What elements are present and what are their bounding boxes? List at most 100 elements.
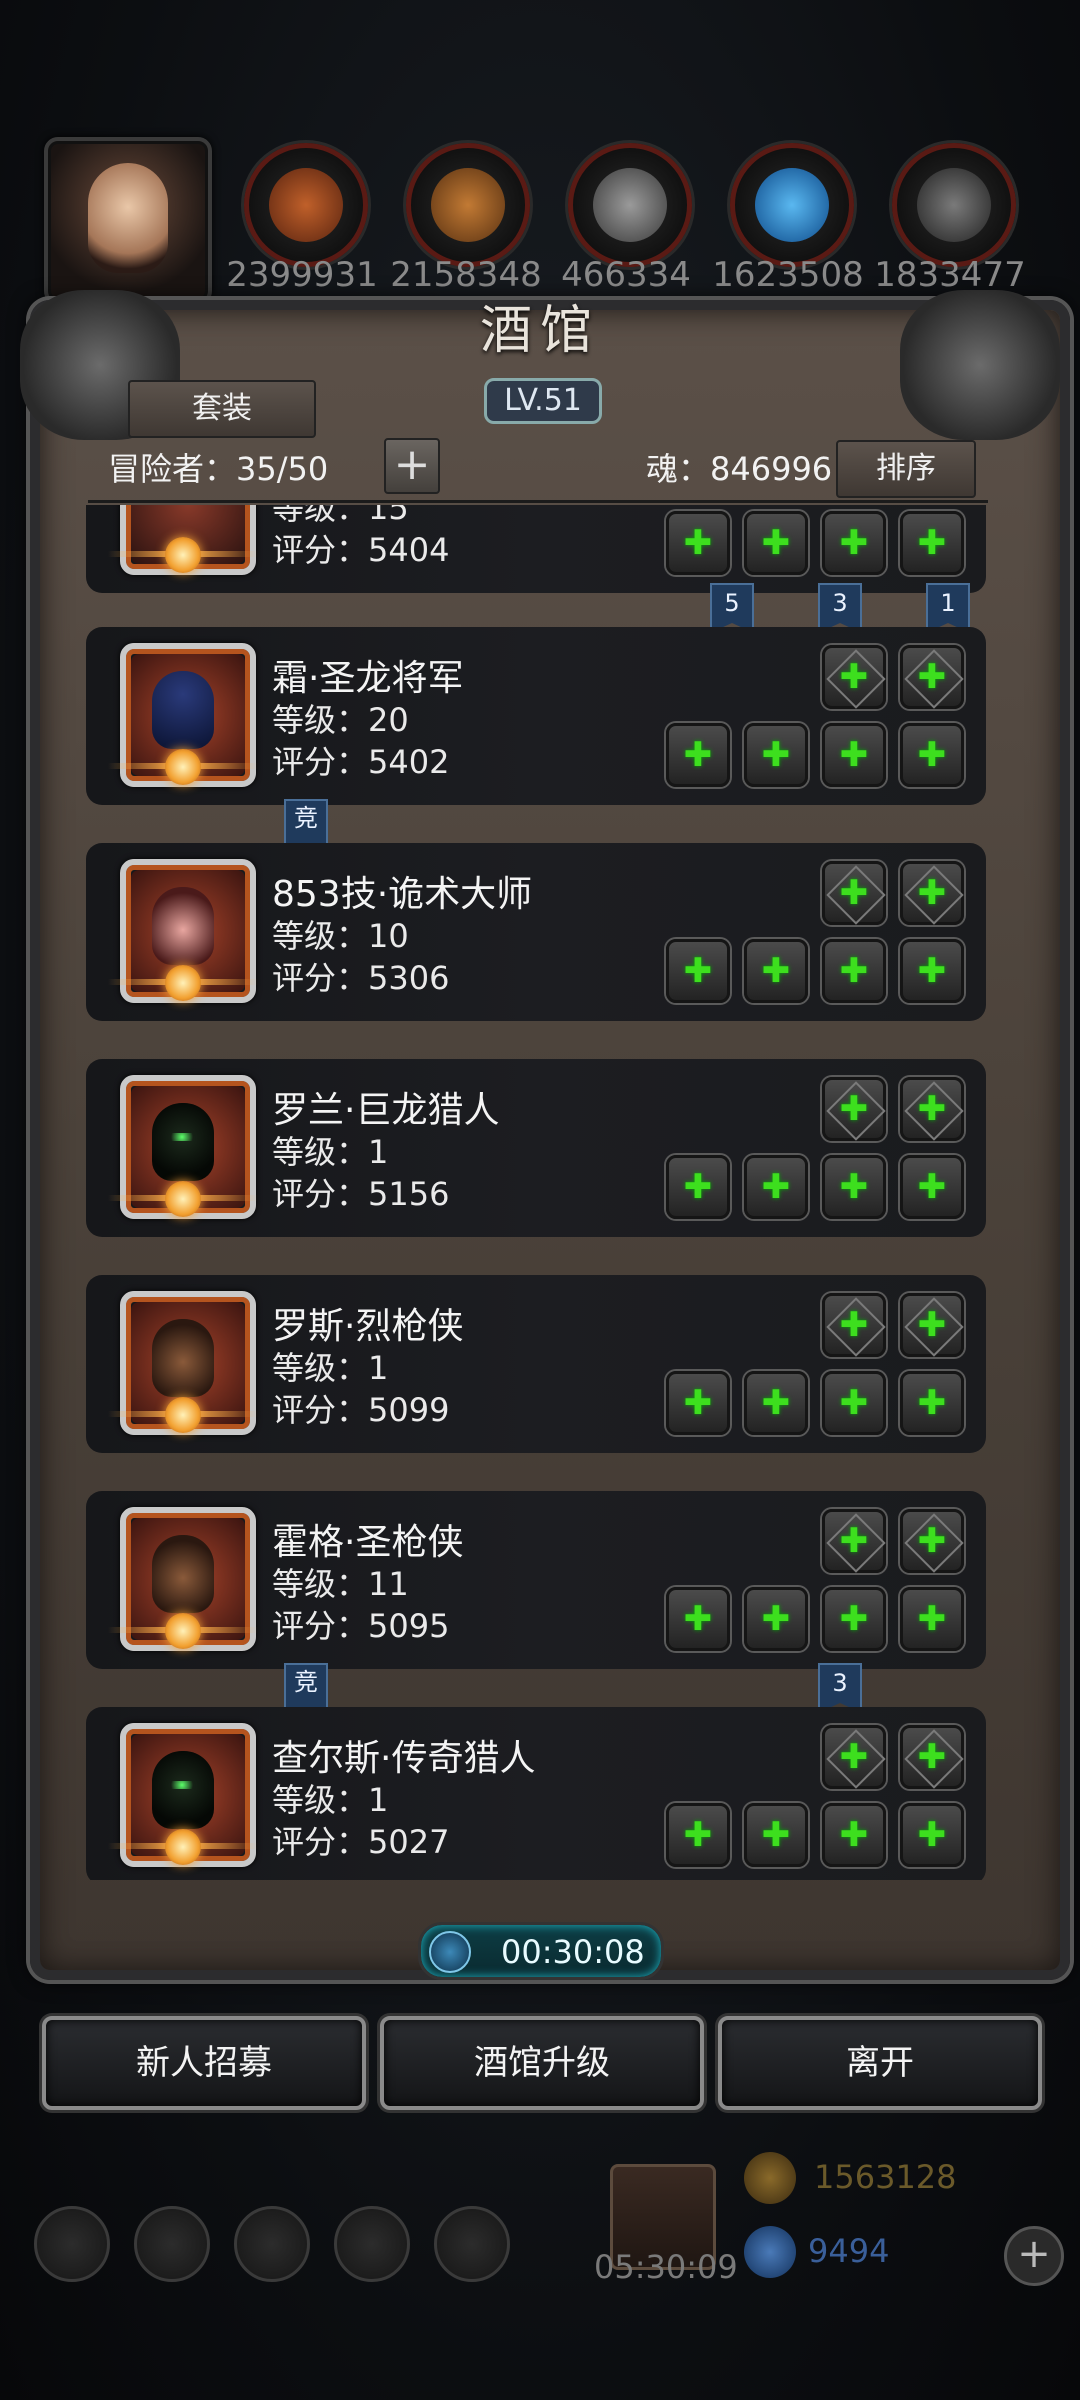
armor-slot[interactable] bbox=[744, 1587, 808, 1651]
castle-icon[interactable] bbox=[234, 2206, 310, 2282]
rank-emblem-icon bbox=[108, 537, 258, 573]
hero-card[interactable]: 霍格·圣枪侠 等级：11 评分：5095 bbox=[86, 1491, 986, 1669]
dragon-ornament-right bbox=[900, 290, 1060, 440]
gem-icon bbox=[744, 2226, 796, 2278]
gift-timer: 05:30:09 bbox=[594, 2248, 738, 2286]
gem-slot[interactable] bbox=[900, 645, 964, 709]
gem-slot[interactable] bbox=[900, 1509, 964, 1573]
hero-level: 等级：1 bbox=[272, 1781, 389, 1819]
player-avatar[interactable] bbox=[44, 137, 212, 305]
accessory-slot[interactable] bbox=[900, 1155, 964, 1219]
accessory-slot[interactable] bbox=[900, 511, 964, 575]
gem-slot[interactable] bbox=[822, 861, 886, 925]
gem-slot[interactable] bbox=[900, 861, 964, 925]
accessory-slot[interactable] bbox=[822, 1803, 886, 1867]
competition-badge: 竞 bbox=[284, 1663, 328, 1713]
add-currency-button[interactable]: + bbox=[1004, 2226, 1064, 2286]
hero-card[interactable]: 罗兰·巨龙猎人 等级：1 评分：5156 bbox=[86, 1059, 986, 1237]
accessory-slot[interactable] bbox=[822, 511, 886, 575]
weapon-slot[interactable] bbox=[666, 511, 730, 575]
hero-icon[interactable] bbox=[134, 2206, 210, 2282]
hero-name: 853技·诡术大师 bbox=[272, 874, 533, 915]
armor-slot[interactable] bbox=[744, 511, 808, 575]
hero-level: 等级：1 bbox=[272, 1349, 389, 1387]
accessory-slot[interactable] bbox=[822, 1587, 886, 1651]
armor-slot[interactable] bbox=[744, 1803, 808, 1867]
gem-slot[interactable] bbox=[822, 1725, 886, 1789]
hero-name: 罗斯·烈枪侠 bbox=[272, 1306, 464, 1347]
skill-flag: 1 bbox=[926, 583, 970, 633]
hero-name: 罗兰·巨龙猎人 bbox=[272, 1090, 500, 1131]
weapon-slot[interactable] bbox=[666, 1155, 730, 1219]
iron-icon bbox=[892, 143, 1016, 267]
hero-card[interactable]: 罗斯·烈枪侠 等级：1 评分：5099 bbox=[86, 1275, 986, 1453]
crystal-icon bbox=[730, 143, 854, 267]
hero-score: 评分：5099 bbox=[272, 1391, 450, 1429]
tavern-level-badge: LV.51 bbox=[484, 378, 602, 424]
gem-slot[interactable] bbox=[900, 1725, 964, 1789]
gem-slot[interactable] bbox=[822, 1509, 886, 1573]
divider bbox=[88, 500, 988, 503]
settings-icon[interactable] bbox=[34, 2206, 110, 2282]
accessory-slot[interactable] bbox=[900, 939, 964, 1003]
accessory-slot[interactable] bbox=[900, 1587, 964, 1651]
accessory-slot[interactable] bbox=[822, 939, 886, 1003]
hero-card[interactable]: 霜·圣龙将军 等级：20 评分：5402 bbox=[86, 627, 986, 805]
accessory-slot[interactable] bbox=[900, 1803, 964, 1867]
hero-level: 等级：10 bbox=[272, 917, 409, 955]
set-button[interactable]: 套装 bbox=[128, 380, 316, 438]
hero-name: 霍格·圣枪侠 bbox=[272, 1522, 464, 1563]
leave-button[interactable]: 离开 bbox=[718, 2016, 1042, 2110]
mail-icon[interactable] bbox=[334, 2206, 410, 2282]
accessory-slot[interactable] bbox=[900, 723, 964, 787]
stone-icon bbox=[568, 143, 692, 267]
refresh-timer: 00:30:08 bbox=[418, 1922, 664, 1980]
hero-score: 评分：5402 bbox=[272, 743, 450, 781]
resource-value-crystal: 1623508 bbox=[712, 255, 864, 295]
hero-name: 霜·圣龙将军 bbox=[272, 658, 464, 699]
weapon-slot[interactable] bbox=[666, 939, 730, 1003]
armor-slot[interactable] bbox=[744, 939, 808, 1003]
gem-slot[interactable] bbox=[822, 1077, 886, 1141]
gem-slot[interactable] bbox=[900, 1077, 964, 1141]
resource-value-meat: 2399931 bbox=[226, 255, 378, 295]
rank-emblem-icon bbox=[108, 1613, 258, 1649]
resource-value-iron: 1833477 bbox=[874, 255, 1026, 295]
gem-slot[interactable] bbox=[900, 1293, 964, 1357]
hero-list[interactable]: 等级：15 评分：5404 5 3 1 霜·圣龙将军 等级：20 评分：5402… bbox=[86, 505, 986, 1880]
skill-flag: 3 bbox=[818, 1663, 862, 1713]
resource-bar: 2399931 2158348 466334 1623508 1833477 bbox=[0, 135, 1080, 305]
gold-coin-icon bbox=[744, 2152, 796, 2204]
accessory-slot[interactable] bbox=[822, 723, 886, 787]
hero-level: 等级：11 bbox=[272, 1565, 409, 1603]
hero-score: 评分：5306 bbox=[272, 959, 450, 997]
sort-button[interactable]: 排序 bbox=[836, 440, 976, 498]
accessory-slot[interactable] bbox=[900, 1371, 964, 1435]
recruit-button[interactable]: 新人招募 bbox=[42, 2016, 366, 2110]
shop-icon[interactable] bbox=[434, 2206, 510, 2282]
armor-slot[interactable] bbox=[744, 1155, 808, 1219]
gem-slot[interactable] bbox=[822, 1293, 886, 1357]
gold-amount: 1563128 bbox=[814, 2158, 957, 2196]
armor-slot[interactable] bbox=[744, 1371, 808, 1435]
wood-icon bbox=[406, 143, 530, 267]
hero-card[interactable]: 853技·诡术大师 等级：10 评分：5306 bbox=[86, 843, 986, 1021]
weapon-slot[interactable] bbox=[666, 1803, 730, 1867]
hero-name: 查尔斯·传奇猎人 bbox=[272, 1738, 536, 1779]
soul-count: 魂：846996 bbox=[646, 450, 833, 488]
add-slot-button[interactable]: + bbox=[384, 438, 440, 494]
weapon-slot[interactable] bbox=[666, 1371, 730, 1435]
timer-text: 00:30:08 bbox=[501, 1933, 645, 1971]
accessory-slot[interactable] bbox=[822, 1155, 886, 1219]
armor-slot[interactable] bbox=[744, 723, 808, 787]
tavern-upgrade-button[interactable]: 酒馆升级 bbox=[380, 2016, 704, 2110]
hero-card[interactable]: 等级：15 评分：5404 bbox=[86, 505, 986, 593]
skill-flag: 5 bbox=[710, 583, 754, 633]
hero-card[interactable]: 查尔斯·传奇猎人 等级：1 评分：5027 bbox=[86, 1707, 986, 1880]
gem-slot[interactable] bbox=[822, 645, 886, 709]
rank-emblem-icon bbox=[108, 1181, 258, 1217]
accessory-slot[interactable] bbox=[822, 1371, 886, 1435]
skill-flag: 3 bbox=[818, 583, 862, 633]
weapon-slot[interactable] bbox=[666, 1587, 730, 1651]
weapon-slot[interactable] bbox=[666, 723, 730, 787]
